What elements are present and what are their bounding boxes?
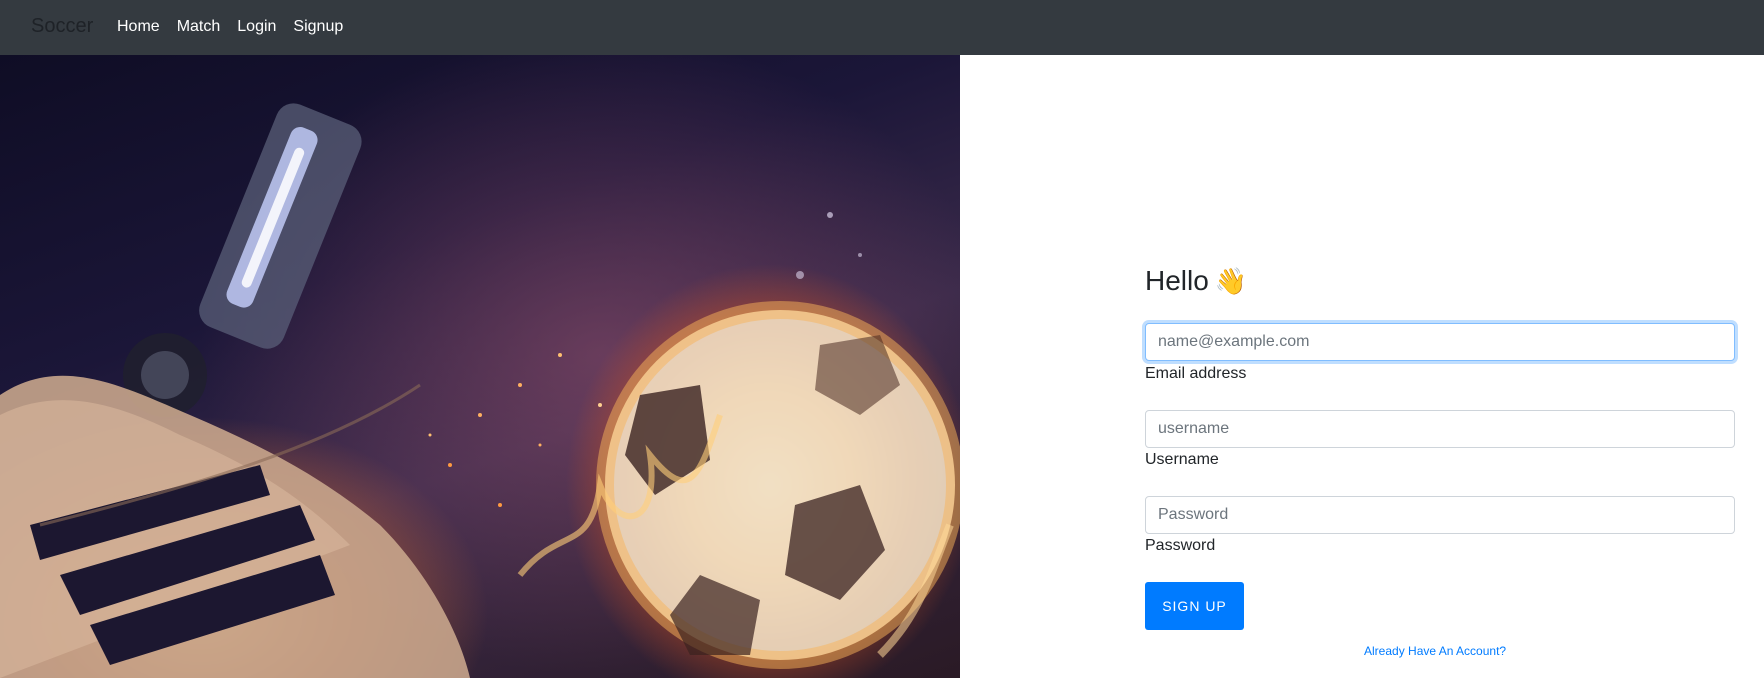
hero-image <box>0 55 960 678</box>
email-label: Email address <box>1145 365 1247 382</box>
form-title: Hello 👋 <box>1145 265 1247 297</box>
nav-link-home[interactable]: Home <box>117 18 160 36</box>
signup-button[interactable]: Sign Up <box>1145 582 1244 630</box>
navbar-brand[interactable]: Soccer <box>31 15 93 38</box>
email-input[interactable] <box>1145 323 1735 361</box>
soccer-boot-and-flaming-ball-image <box>0 103 960 678</box>
wave-hand-icon: 👋 <box>1214 266 1248 296</box>
password-label: Password <box>1145 537 1216 554</box>
username-label: Username <box>1145 451 1219 468</box>
nav-links: Home Match Login Signup <box>117 18 360 36</box>
form-title-text: Hello <box>1145 265 1209 296</box>
nav-link-match[interactable]: Match <box>177 18 221 36</box>
login-link[interactable]: Already Have An Account? <box>1364 644 1506 658</box>
nav-link-signup[interactable]: Signup <box>293 18 343 36</box>
password-input[interactable] <box>1145 496 1735 534</box>
top-navbar: Soccer Home Match Login Signup <box>0 0 1764 55</box>
nav-link-login[interactable]: Login <box>237 18 276 36</box>
username-input[interactable] <box>1145 410 1735 448</box>
